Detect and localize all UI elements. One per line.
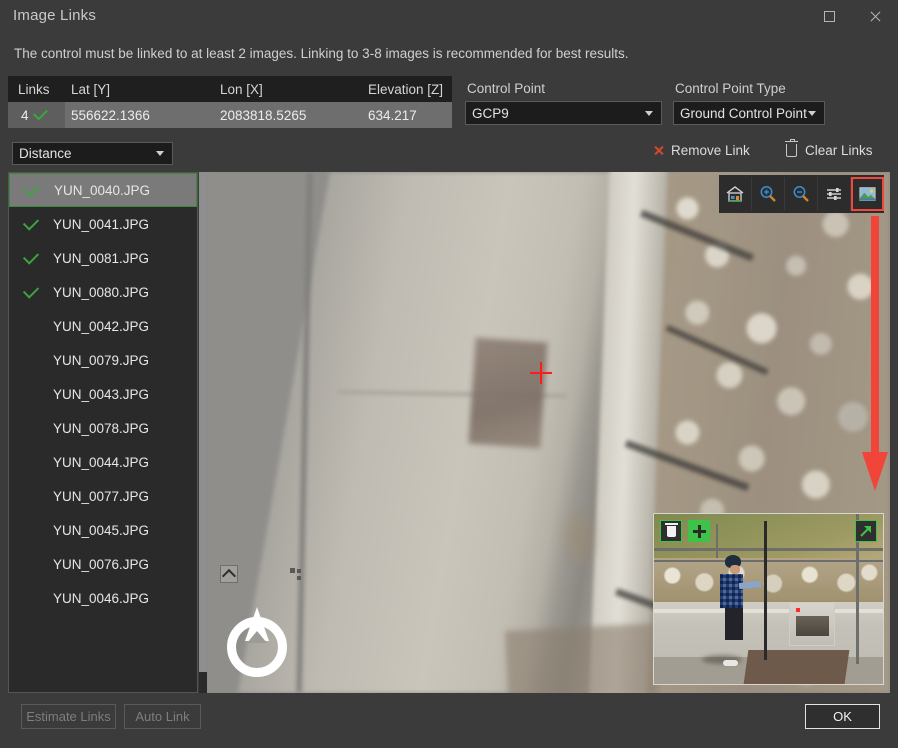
image-viewer[interactable] — [207, 172, 890, 693]
list-item-label: YUN_0046.JPG — [53, 591, 149, 606]
list-item[interactable]: YUN_0044.JPG — [9, 445, 197, 479]
thumbnail-delete-button[interactable] — [660, 520, 682, 542]
control-point-value: GCP9 — [472, 106, 509, 121]
chevron-up-icon — [222, 569, 236, 583]
cell-elevation: 634.217 — [368, 108, 452, 123]
zoom-out-icon-button[interactable] — [785, 177, 818, 211]
auto-link-button[interactable]: Auto Link — [124, 704, 201, 729]
image-list[interactable]: YUN_0040.JPG YUN_0041.JPG YUN_0081.JPG YUN_… — [8, 172, 198, 693]
list-item[interactable]: YUN_0040.JPG — [9, 173, 197, 207]
image-icon — [859, 186, 876, 203]
control-point-type-label: Control Point Type — [675, 81, 786, 96]
adjust-icon-button[interactable] — [818, 177, 851, 211]
crosshair-marker — [530, 362, 552, 384]
thumbnail-open-button[interactable] — [855, 520, 877, 542]
cell-lon: 2083818.5265 — [220, 108, 368, 123]
trash-icon — [667, 526, 676, 537]
plus-icon — [693, 525, 706, 538]
list-item-label: YUN_0045.JPG — [53, 523, 149, 538]
image-list-scrollbar-thumb[interactable] — [199, 172, 207, 672]
list-item[interactable]: YUN_0042.JPG — [9, 309, 197, 343]
image-links-dialog: Image Links The control must be linked t… — [0, 0, 898, 748]
grid-icon[interactable] — [290, 568, 302, 580]
list-item[interactable]: YUN_0080.JPG — [9, 275, 197, 309]
linked-check-icon — [9, 220, 53, 229]
trash-icon — [786, 144, 797, 157]
list-item-label: YUN_0042.JPG — [53, 319, 149, 334]
red-x-icon — [652, 145, 663, 156]
linked-check-icon — [10, 186, 54, 195]
list-item[interactable]: YUN_0078.JPG — [9, 411, 197, 445]
clear-links-button[interactable]: Clear Links — [786, 143, 873, 158]
control-point-type-value: Ground Control Point — [680, 106, 807, 121]
list-item-label: YUN_0044.JPG — [53, 455, 149, 470]
control-point-table: Links Lat [Y] Lon [X] Elevation [Z] 4 55… — [8, 76, 452, 128]
chevron-down-icon — [808, 111, 816, 116]
image-icon-button[interactable] — [851, 177, 884, 211]
column-header-lon: Lon [X] — [220, 82, 368, 97]
links-count: 4 — [21, 108, 29, 123]
chevron-down-icon — [645, 111, 653, 116]
list-item-label: YUN_0076.JPG — [53, 557, 149, 572]
remove-link-label: Remove Link — [671, 143, 750, 158]
list-item[interactable]: YUN_0079.JPG — [9, 343, 197, 377]
zoom-out-icon — [791, 184, 811, 204]
linked-check-icon — [9, 288, 53, 297]
close-button[interactable] — [852, 0, 898, 32]
linked-check-icon — [33, 106, 48, 121]
north-compass-icon[interactable] — [225, 607, 297, 679]
control-point-type-select[interactable]: Ground Control Point — [673, 101, 825, 125]
maximize-button[interactable] — [806, 0, 852, 32]
list-item-label: YUN_0041.JPG — [53, 217, 149, 232]
linked-check-icon — [9, 254, 53, 263]
home-icon-button[interactable] — [719, 177, 752, 211]
home-icon — [725, 184, 745, 204]
table-header-row: Links Lat [Y] Lon [X] Elevation [Z] — [8, 76, 452, 102]
list-item[interactable]: YUN_0076.JPG — [9, 547, 197, 581]
list-item-label: YUN_0043.JPG — [53, 387, 149, 402]
table-row[interactable]: 4 556622.1366 2083818.5265 634.217 — [8, 102, 452, 128]
clear-links-label: Clear Links — [805, 143, 873, 158]
control-point-select[interactable]: GCP9 — [465, 101, 662, 125]
viewer-toolbar — [719, 175, 884, 213]
list-item-label: YUN_0080.JPG — [53, 285, 149, 300]
list-item[interactable]: YUN_0043.JPG — [9, 377, 197, 411]
zoom-in-icon — [758, 184, 778, 204]
column-header-elevation: Elevation [Z] — [368, 82, 452, 97]
list-item[interactable]: YUN_0045.JPG — [9, 513, 197, 547]
maximize-icon — [824, 11, 835, 22]
ok-button[interactable]: OK — [805, 704, 880, 729]
red-down-arrow — [862, 216, 888, 491]
column-header-lat: Lat [Y] — [65, 82, 220, 97]
remove-link-button[interactable]: Remove Link — [652, 143, 750, 158]
cell-links: 4 — [8, 102, 65, 128]
page-title: Image Links — [13, 7, 96, 24]
collapse-panel-button[interactable] — [220, 565, 238, 583]
list-item-label: YUN_0078.JPG — [53, 421, 149, 436]
list-item[interactable]: YUN_0041.JPG — [9, 207, 197, 241]
thumbnail-add-button[interactable] — [688, 520, 710, 542]
cell-lat: 556622.1366 — [65, 108, 220, 123]
list-item-label: YUN_0077.JPG — [53, 489, 149, 504]
zoom-in-icon-button[interactable] — [752, 177, 785, 211]
control-point-label: Control Point — [467, 81, 545, 96]
description-text: The control must be linked to at least 2… — [14, 46, 629, 61]
list-item-label: YUN_0079.JPG — [53, 353, 149, 368]
adjust-icon — [824, 184, 844, 204]
linked-image-thumbnail[interactable] — [653, 513, 884, 685]
column-header-links: Links — [8, 82, 65, 97]
list-item[interactable]: YUN_0081.JPG — [9, 241, 197, 275]
close-icon — [869, 10, 882, 23]
chevron-down-icon — [156, 151, 164, 156]
title-bar: Image Links — [0, 0, 898, 35]
list-item-label: YUN_0081.JPG — [53, 251, 149, 266]
list-item[interactable]: YUN_0077.JPG — [9, 479, 197, 513]
sort-value: Distance — [19, 146, 72, 161]
list-item[interactable]: YUN_0046.JPG — [9, 581, 197, 615]
estimate-links-button[interactable]: Estimate Links — [21, 704, 116, 729]
list-item-label: YUN_0040.JPG — [54, 183, 150, 198]
sort-select[interactable]: Distance — [12, 142, 173, 165]
open-external-icon — [859, 524, 873, 538]
